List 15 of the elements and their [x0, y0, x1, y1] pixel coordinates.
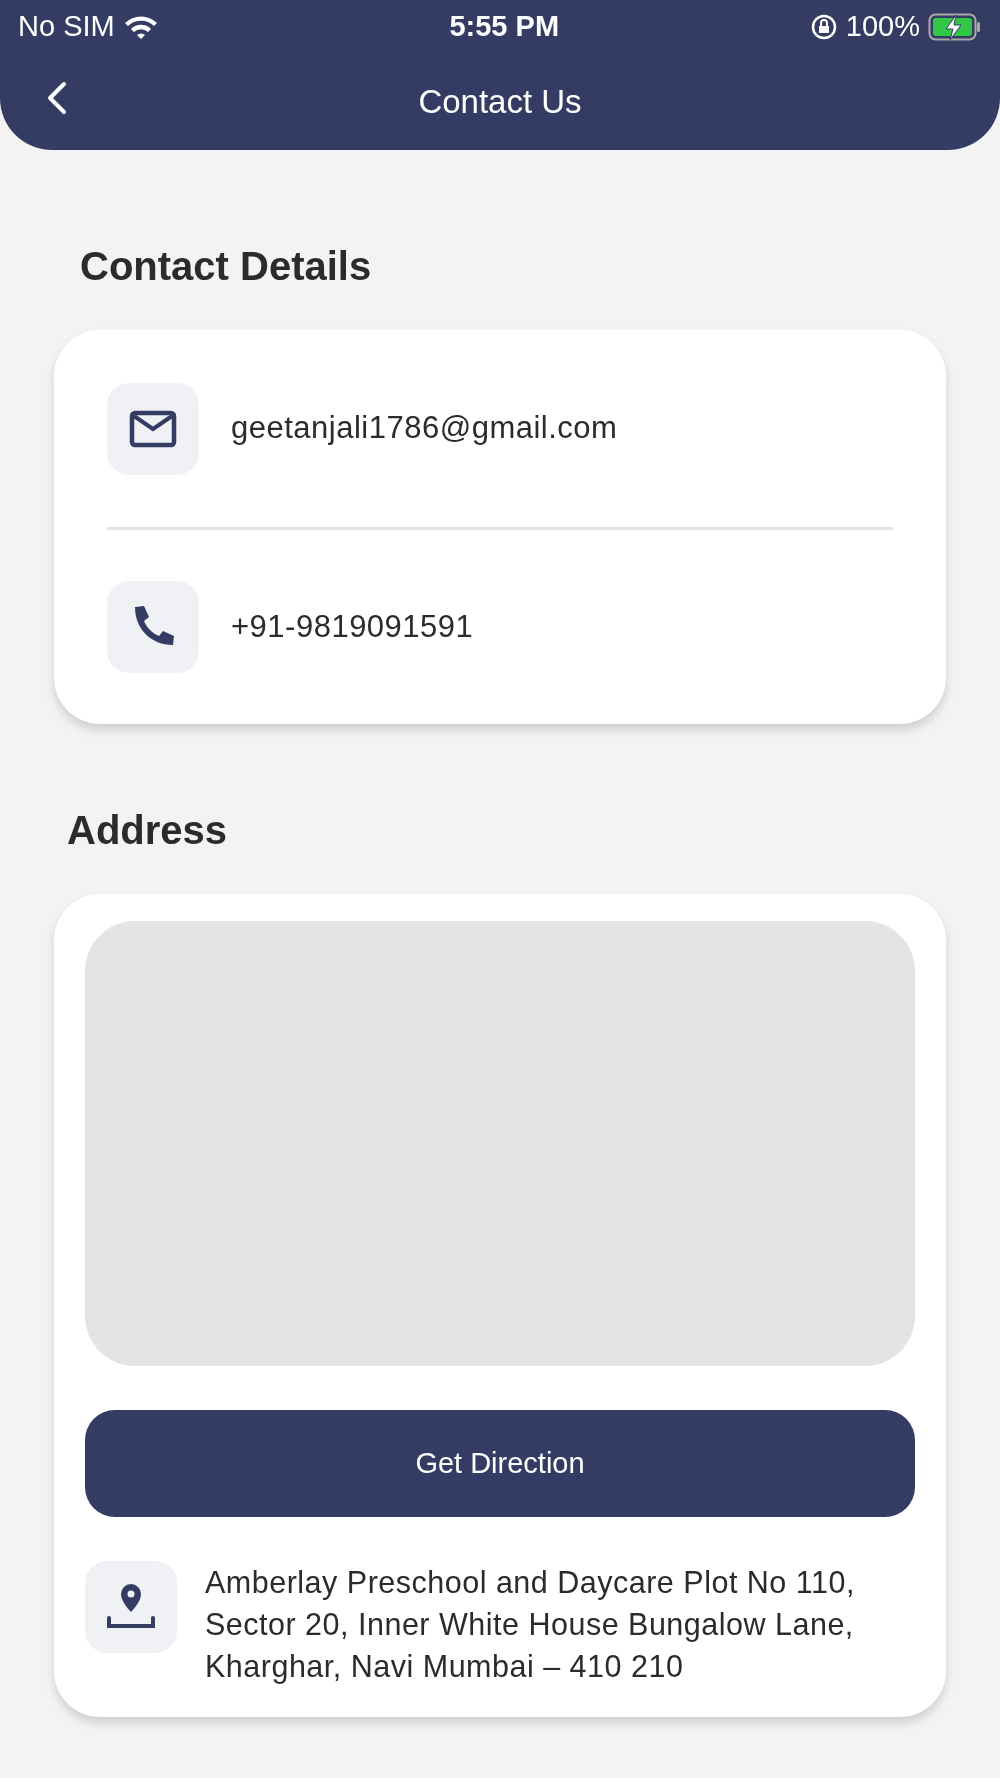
phone-text: +91-9819091591	[231, 607, 474, 646]
rotation-lock-icon	[809, 13, 838, 41]
address-text: Amberlay Preschool and Daycare Plot No 110, Sector 20, Inner White House Bungalow Lane, Kharghar, Navi Mumbai – 410 210	[204, 1564, 856, 1686]
page-title: Contact Us	[418, 82, 582, 123]
time-text: 5:55 PM	[449, 9, 560, 45]
section-title: Contact Details	[80, 244, 372, 288]
get-direction-button[interactable]: Get Direction	[85, 1410, 915, 1517]
section-title: Address	[67, 808, 228, 852]
phone-icon	[107, 581, 199, 673]
envelope-icon	[107, 382, 199, 475]
carrier-text: No SIM	[18, 9, 115, 45]
battery-charging-icon	[928, 12, 982, 42]
battery-percent: 100%	[845, 9, 920, 45]
location-icon	[85, 1561, 177, 1653]
email-text: geetanjali1786@gmail.com	[231, 409, 618, 448]
